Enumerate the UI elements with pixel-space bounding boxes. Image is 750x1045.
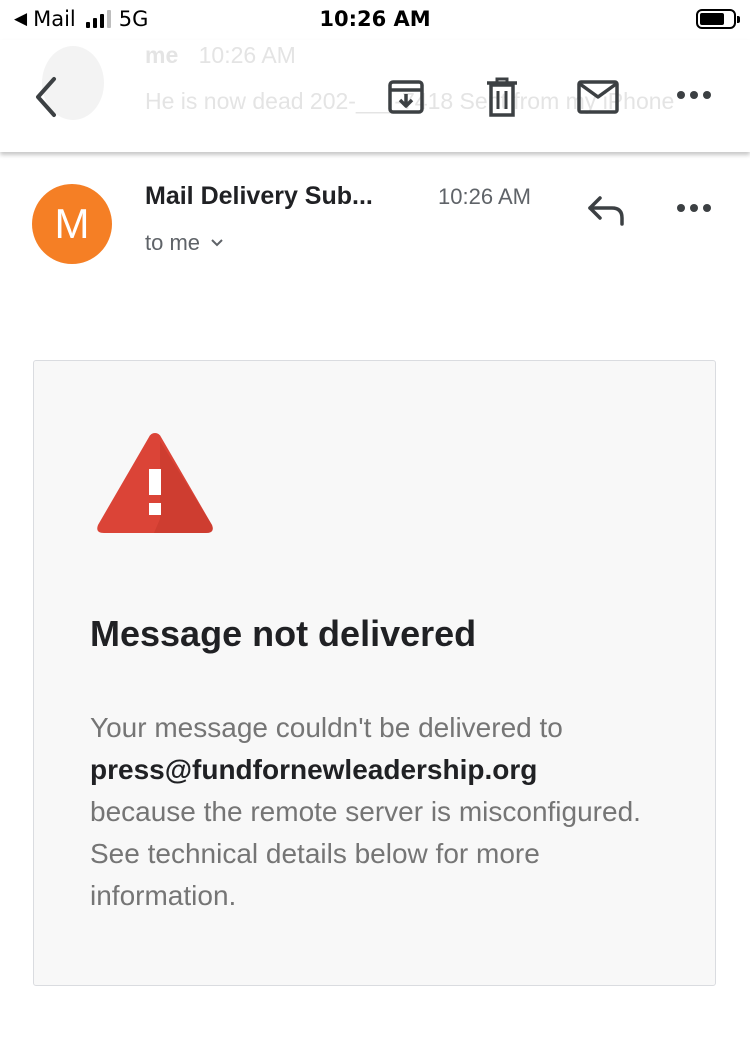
failed-address[interactable]: press@fundfornewleadership.org	[90, 754, 537, 785]
battery-icon	[696, 9, 740, 29]
sender-avatar: M	[32, 184, 112, 264]
recipient-label: to me	[145, 230, 201, 255]
message-more-icon[interactable]	[674, 196, 714, 220]
body-reason: because the remote server is misconfigur…	[90, 796, 641, 911]
preview-header: me 10:26 AM	[145, 42, 296, 69]
card-title: Message not delivered	[90, 613, 477, 654]
mail-icon[interactable]	[576, 78, 620, 116]
reply-icon[interactable]	[584, 190, 628, 228]
body-intro: Your message couldn't be delivered to	[90, 712, 563, 743]
recipient-details[interactable]: to me	[145, 230, 224, 256]
delivery-failure-card: Message not delivered Your message could…	[33, 360, 716, 986]
preview-sender: me	[145, 42, 179, 68]
archive-icon[interactable]	[384, 74, 428, 120]
back-chevron-icon[interactable]	[26, 72, 66, 122]
warning-icon	[94, 429, 216, 542]
clock: 10:26 AM	[319, 7, 431, 31]
sender-name[interactable]: Mail Delivery Sub...	[145, 182, 373, 211]
preview-time: 10:26 AM	[198, 42, 296, 68]
trash-icon[interactable]	[482, 74, 522, 120]
chevron-down-icon	[211, 239, 223, 247]
card-body: Your message couldn't be delivered to pr…	[90, 707, 690, 917]
message-time: 10:26 AM	[438, 184, 531, 209]
toolbar: me 10:26 AM He is now dead 202-___-7418 …	[0, 40, 750, 152]
more-icon[interactable]	[674, 82, 714, 108]
status-bar: ◀ Mail 5G 10:26 AM	[0, 0, 750, 40]
